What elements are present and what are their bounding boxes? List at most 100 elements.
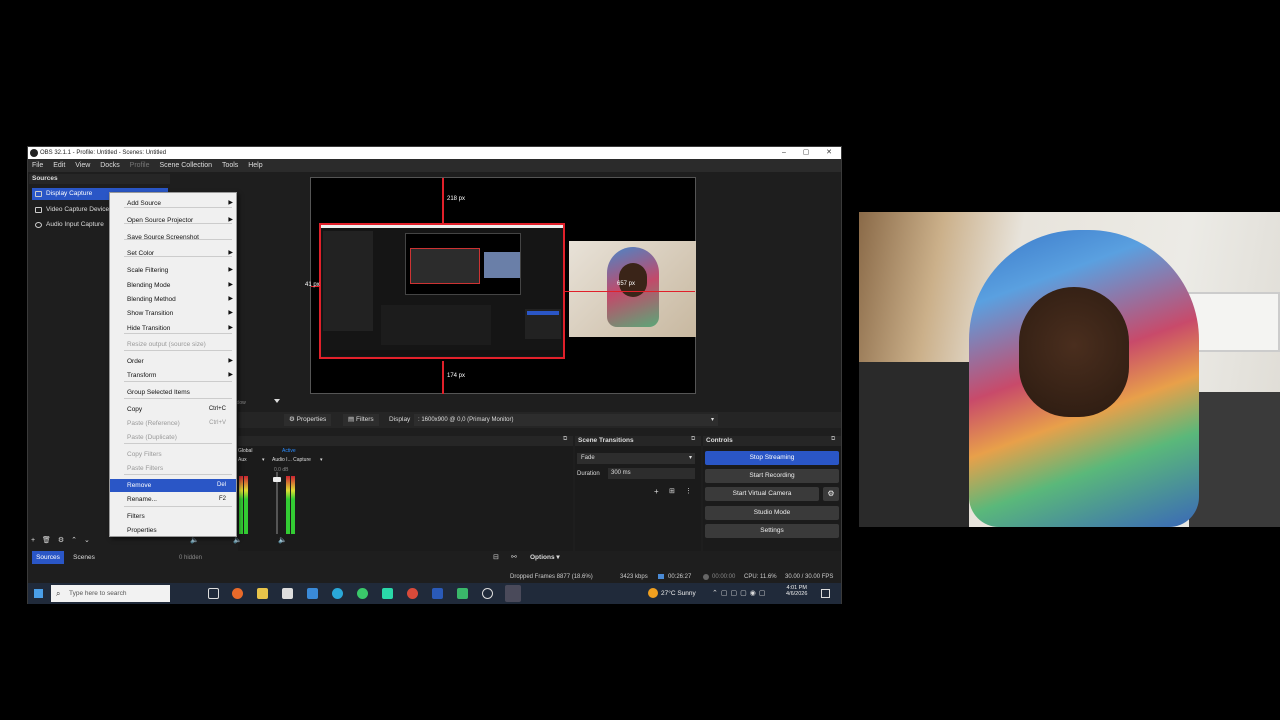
mixer-tab-global[interactable]: Global [238, 448, 252, 454]
start-recording-button[interactable]: Start Recording [705, 469, 839, 483]
guide-bottom-label: 174 px [447, 373, 466, 379]
controls-undock-icon[interactable]: ⧉ [831, 436, 835, 443]
transition-properties-icon[interactable]: ⊞ [669, 487, 675, 495]
taskbar-search[interactable]: ⌕ Type here to search [51, 585, 170, 602]
system-tray-icons[interactable]: ⌃▢▢▢◉▢ [712, 583, 768, 604]
maximize-button[interactable]: ▢ [795, 147, 817, 159]
properties-button[interactable]: ⚙ Properties [284, 414, 332, 426]
menu-edit[interactable]: Edit [49, 159, 69, 172]
monitor-icon [35, 191, 42, 197]
menu-item-properties[interactable]: Properties [110, 524, 236, 537]
windows-start-icon[interactable] [34, 589, 43, 598]
file-explorer-icon[interactable] [257, 588, 268, 599]
menu-item-open-source-projector[interactable]: Open Source Projector ▶ [110, 214, 236, 227]
mixer-tab-active[interactable]: Active [282, 448, 296, 454]
menu-item-copy[interactable]: Copy Ctrl+C [110, 403, 236, 416]
preview-canvas[interactable]: 218 px 41 px 657 px 174 px [305, 177, 696, 394]
guide-bottom [442, 361, 444, 394]
remove-source-icon[interactable]: 🗑 [42, 537, 51, 544]
menu-item-scale-filtering[interactable]: Scale Filtering ▶ [110, 264, 236, 277]
channel-audio-menu[interactable]: ▾ [320, 457, 323, 463]
mute-aux-icon[interactable]: 🔈 [190, 536, 199, 544]
settings-button[interactable]: Settings [705, 524, 839, 538]
settings-app-icon[interactable] [482, 588, 493, 599]
move-up-icon[interactable]: ⌃ [71, 537, 77, 544]
app-icon[interactable] [382, 588, 393, 599]
firefox-icon[interactable] [232, 588, 243, 599]
nested-mixer [381, 305, 491, 345]
menu-item-transform[interactable]: Transform ▶ [110, 369, 236, 382]
webcam-source[interactable] [569, 241, 696, 337]
word-icon[interactable] [432, 588, 443, 599]
filters-button[interactable]: ▤ Filters [343, 414, 379, 426]
guide-right [565, 291, 695, 292]
taskbar: ⌕ Type here to search 27°C Sunny ⌃▢▢▢◉▢ … [28, 583, 841, 604]
weather-text[interactable]: 27°C Sunny [661, 583, 696, 604]
sofa [1189, 392, 1280, 527]
chevron-down-icon: ▾ [710, 417, 714, 423]
menu-item-hide-transition[interactable]: Hide Transition ▶ [110, 322, 236, 335]
bitrate: 3423 kbps [620, 574, 648, 580]
title-bar: OBS 32.1.1 - Profile: Untitled - Scenes:… [28, 147, 841, 159]
menu-item-show-transition[interactable]: Show Transition ▶ [110, 307, 236, 320]
obs-taskbar-icon[interactable] [505, 585, 521, 602]
source-settings-icon[interactable]: ⚙ [58, 537, 64, 544]
clock[interactable]: 4:01 PM 4/6/2026 [786, 585, 807, 597]
close-button[interactable]: ✕ [818, 147, 840, 159]
add-source-icon[interactable]: + [31, 537, 35, 544]
menu-item-save-source-screenshot[interactable]: Save Source Screenshot [110, 231, 236, 244]
menu-shortcut: F2 [218, 496, 226, 502]
more-options-icon[interactable]: ⋮ [685, 487, 692, 495]
studio-mode-button[interactable]: Studio Mode [705, 506, 839, 520]
transition-select[interactable]: Fade ▾ [577, 453, 695, 464]
mixer-undock-icon[interactable]: ⧉ [563, 436, 567, 443]
tab-scenes[interactable]: Scenes [68, 551, 100, 564]
mute-aux2-icon[interactable]: 🔈 [233, 536, 242, 544]
minimize-button[interactable]: – [773, 147, 795, 159]
menu-item-blending-mode[interactable]: Blending Mode ▶ [110, 279, 236, 292]
obs-logo-icon [30, 149, 38, 157]
whatsapp-icon[interactable] [357, 588, 368, 599]
app2-icon[interactable] [457, 588, 468, 599]
notifications-icon[interactable] [821, 589, 830, 598]
menu-item-filters[interactable]: Filters [110, 510, 236, 523]
menu-help[interactable]: Help [244, 159, 266, 172]
move-down-icon[interactable]: ⌄ [84, 537, 90, 544]
transitions-undock-icon[interactable]: ⧉ [691, 436, 695, 443]
duration-input[interactable]: 300 ms [608, 468, 695, 479]
menu-scene-collection[interactable]: Scene Collection [155, 159, 216, 172]
menu-view[interactable]: View [71, 159, 94, 172]
mail-icon[interactable] [307, 588, 318, 599]
display-select[interactable]: : 1600x900 @ 0,0 (Primary Monitor) ▾ [414, 414, 718, 426]
volume-slider-handle[interactable] [273, 477, 281, 482]
layout-icon[interactable]: ⊟ [493, 553, 499, 561]
guide-right-label: 657 px [617, 281, 636, 287]
menu-item-add-source[interactable]: Add Source ▶ [110, 197, 236, 210]
virtual-camera-settings-icon[interactable]: ⚙ [823, 487, 839, 501]
store-icon[interactable] [282, 588, 293, 599]
options-dropdown[interactable]: Options ▾ [530, 553, 560, 561]
menu-item-rename[interactable]: Rename... F2 [110, 493, 236, 506]
tab-dropdown-icon[interactable] [274, 399, 280, 403]
task-view-icon[interactable] [208, 588, 219, 599]
menu-item-remove[interactable]: Remove Del [110, 479, 236, 492]
tab-sources[interactable]: Sources [32, 551, 64, 564]
add-transition-icon[interactable]: + [654, 487, 659, 496]
menu-tools[interactable]: Tools [218, 159, 242, 172]
stop-streaming-button[interactable]: Stop Streaming [705, 451, 839, 465]
chrome-icon[interactable] [407, 588, 418, 599]
link-icon[interactable]: ⚯ [511, 553, 517, 561]
context-menu: Add Source ▶ Open Source Projector ▶ Save So… [109, 192, 237, 537]
menu-item-group-selected-items[interactable]: Group Selected Items [110, 386, 236, 399]
menu-file[interactable]: File [28, 159, 47, 172]
start-virtual-camera-button[interactable]: Start Virtual Camera [705, 487, 819, 501]
display-capture-source[interactable] [319, 223, 565, 359]
menu-item-blending-method[interactable]: Blending Method ▶ [110, 293, 236, 306]
menu-item-order[interactable]: Order ▶ [110, 355, 236, 368]
record-time: 00:00:00 [712, 574, 736, 580]
edge-icon[interactable] [332, 588, 343, 599]
menu-profile[interactable]: Profile [126, 159, 154, 172]
mute-audio-icon[interactable]: 🔈 [278, 536, 287, 544]
menu-docks[interactable]: Docks [96, 159, 123, 172]
menu-item-set-color[interactable]: Set Color ▶ [110, 247, 236, 260]
